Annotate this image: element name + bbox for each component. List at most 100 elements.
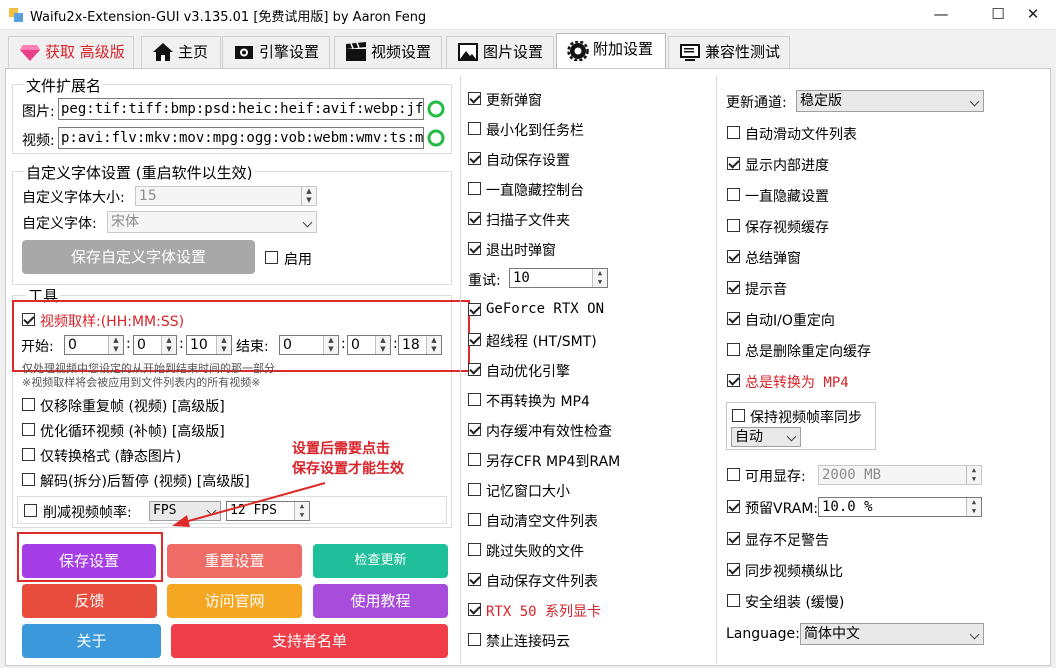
tab-compatibility-test[interactable]: 兼容性测试 (668, 36, 790, 68)
start-hours-spinbox[interactable]: 0 ▲ ▼ (64, 335, 124, 355)
video-ext-input[interactable]: p:avi:flv:mkv:mov:mpg:ogg:vob:webm:wmv:t… (58, 127, 424, 149)
option-checkbox[interactable] (727, 281, 740, 294)
check-update-button[interactable]: 检查更新 (313, 544, 448, 578)
about-button[interactable]: 关于 (22, 624, 161, 658)
website-button[interactable]: 访问官网 (167, 584, 302, 618)
font-size-spinbox[interactable]: 15 ▲ ▼ (135, 186, 317, 206)
refresh-image-ext-icon[interactable] (426, 99, 446, 119)
tutorial-button[interactable]: 使用教程 (313, 584, 448, 618)
option-checkbox[interactable] (468, 483, 481, 496)
option-checkbox[interactable] (468, 633, 481, 646)
font-family-select[interactable]: 宋体 (107, 211, 317, 233)
remove-dup-frames-checkbox[interactable] (22, 398, 35, 411)
feedback-button[interactable]: 反馈 (22, 584, 157, 618)
option-checkbox[interactable] (468, 603, 481, 616)
tab-engine-settings[interactable]: 引擎设置 (222, 36, 330, 68)
supporters-button[interactable]: 支持者名单 (171, 624, 448, 658)
available-vram-spinbox[interactable]: 2000 MB ▲ ▼ (818, 465, 982, 485)
reserve-vram-checkbox[interactable] (727, 500, 740, 513)
font-enable-checkbox[interactable] (265, 251, 278, 264)
retry-spinbox[interactable]: 10 ▲ ▼ (509, 268, 608, 288)
option-checkbox[interactable] (468, 423, 481, 436)
image-ext-input[interactable]: peg:tif:tiff:bmp:psd:heic:heif:avif:webp… (58, 98, 424, 120)
reserve-vram-spinbox[interactable]: 10.0 % ▲ ▼ (818, 497, 982, 517)
option-checkbox[interactable] (468, 212, 481, 225)
keep-fps-select[interactable]: 自动 (731, 427, 801, 447)
tab-label: 引擎设置 (259, 43, 320, 61)
option-checkbox[interactable] (468, 303, 481, 316)
save-settings-button[interactable]: 保存设置 (22, 544, 156, 578)
chevron-down-icon (786, 431, 797, 442)
minimize-icon[interactable]: — (918, 0, 964, 30)
tab-image-settings[interactable]: 图片设置 (446, 36, 554, 68)
update-channel-select[interactable]: 稳定版 (796, 90, 984, 112)
option-checkbox[interactable] (468, 393, 481, 406)
option-checkbox[interactable] (468, 152, 481, 165)
optimize-loop-label: 优化循环视频 (补帧) [高级版] (40, 424, 225, 440)
option-checkbox[interactable] (468, 333, 481, 346)
option-checkbox[interactable] (727, 126, 740, 139)
available-vram-checkbox[interactable] (727, 468, 740, 481)
option-checkbox[interactable] (468, 363, 481, 376)
tab-get-pro[interactable]: 获取 高级版 (8, 36, 134, 68)
spin-arrows-icon[interactable]: ▲ ▼ (375, 336, 390, 354)
spin-arrows-icon[interactable]: ▲ ▼ (966, 466, 981, 484)
spin-arrows-icon[interactable]: ▲ ▼ (966, 498, 981, 516)
close-icon[interactable]: ✕ (1010, 0, 1056, 30)
spin-arrows-icon[interactable]: ▲ ▼ (216, 336, 231, 354)
option-checkbox[interactable] (727, 594, 740, 607)
tab-home[interactable]: 主页 (141, 36, 221, 68)
convert-format-label: 仅转换格式 (静态图片) (40, 449, 182, 465)
spin-arrows-icon[interactable]: ▲ ▼ (592, 269, 607, 287)
spin-arrows-icon[interactable]: ▲ ▼ (108, 336, 123, 354)
option-label: 退出时弹窗 (486, 243, 556, 259)
option-label: 另存CFR MP4到RAM (486, 454, 621, 470)
tab-video-settings[interactable]: 视频设置 (334, 36, 442, 68)
reserve-vram-label: 预留VRAM: (745, 501, 819, 517)
keep-fps-checkbox[interactable] (732, 409, 745, 422)
option-label: 扫描子文件夹 (486, 213, 570, 229)
option-label: 总是删除重定向缓存 (745, 344, 871, 360)
spin-arrows-icon[interactable]: ▲ ▼ (301, 187, 316, 205)
option-checkbox[interactable] (727, 219, 740, 232)
option-checkbox[interactable] (468, 513, 481, 526)
start-seconds-spinbox[interactable]: 10 ▲ ▼ (186, 335, 232, 355)
option-checkbox[interactable] (468, 182, 481, 195)
option-checkbox[interactable] (468, 453, 481, 466)
option-checkbox[interactable] (727, 343, 740, 356)
convert-format-checkbox[interactable] (22, 448, 35, 461)
pause-after-decode-checkbox[interactable] (22, 473, 35, 486)
font-enable-label: 启用 (284, 252, 312, 268)
end-seconds-spinbox[interactable]: 18 ▲ ▼ (398, 335, 442, 355)
spin-arrows-icon[interactable]: ▲ ▼ (426, 336, 441, 354)
reset-settings-button[interactable]: 重置设置 (167, 544, 302, 578)
language-select[interactable]: 简体中文 (800, 623, 984, 645)
option-checkbox[interactable] (727, 532, 740, 545)
option-checkbox[interactable] (727, 250, 740, 263)
video-clip-checkbox[interactable] (22, 313, 35, 326)
option-checkbox[interactable] (727, 188, 740, 201)
option-checkbox[interactable] (468, 543, 481, 556)
spin-arrows-icon[interactable]: ▲ ▼ (161, 336, 176, 354)
keep-fps-value: 自动 (735, 429, 763, 445)
option-checkbox[interactable] (468, 573, 481, 586)
option-checkbox[interactable] (727, 563, 740, 576)
annotation-line2: 保存设置才能生效 (292, 461, 404, 477)
chevron-down-icon (969, 629, 980, 640)
start-minutes-spinbox[interactable]: 0 ▲ ▼ (133, 335, 177, 355)
save-font-button[interactable]: 保存自定义字体设置 (22, 240, 255, 274)
end-minutes-spinbox[interactable]: 0 ▲ ▼ (347, 335, 391, 355)
option-checkbox[interactable] (727, 157, 740, 170)
end-hours-spinbox[interactable]: 0 ▲ ▼ (279, 335, 339, 355)
option-checkbox[interactable] (468, 242, 481, 255)
refresh-video-ext-icon[interactable] (426, 128, 446, 148)
spin-arrows-icon[interactable]: ▲ ▼ (323, 336, 338, 354)
option-checkbox[interactable] (727, 374, 740, 387)
app-icon (9, 8, 23, 22)
optimize-loop-checkbox[interactable] (22, 423, 35, 436)
reduce-fps-checkbox[interactable] (24, 504, 37, 517)
option-checkbox[interactable] (727, 312, 740, 325)
option-checkbox[interactable] (468, 122, 481, 135)
option-checkbox[interactable] (468, 92, 481, 105)
tab-additional-settings[interactable]: 附加设置 (556, 33, 666, 69)
